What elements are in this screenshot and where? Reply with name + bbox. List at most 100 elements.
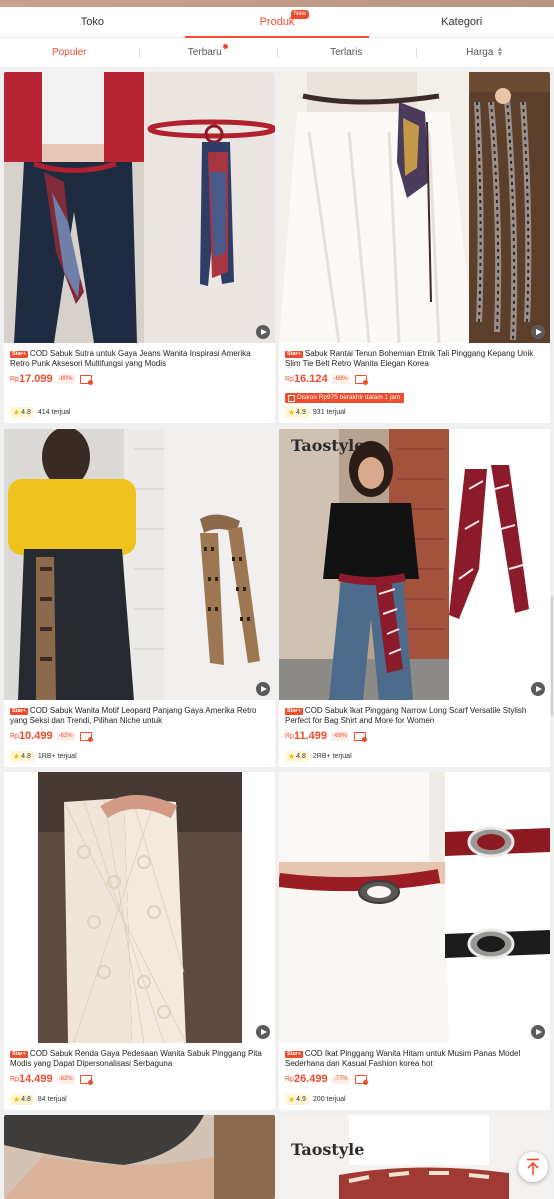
product-card[interactable]: Star+ COD Sabuk Sutra untuk Gaya Jeans Wa… (4, 72, 275, 423)
sold-count: 414 terjual (37, 409, 71, 416)
cod-icon (354, 1074, 368, 1085)
play-icon[interactable] (256, 1025, 270, 1039)
price-row: Rp 11.499 -68% (285, 729, 544, 743)
price-row: Rp 17.099 -80% (10, 372, 269, 386)
product-card[interactable]: Star+ COD Sabuk Renda Gaya Pedesaan Wanit… (4, 772, 275, 1110)
discount-badge: -77% (331, 1074, 350, 1084)
star-icon: ★ (288, 1095, 296, 1104)
product-image (279, 772, 550, 1043)
watermark-text: Taostyle (291, 1140, 364, 1159)
star-icon: ★ (288, 408, 296, 417)
cod-icon (79, 374, 93, 385)
product-card[interactable]: Star+ COD Sabuk Wanita Motif Leopard Panj… (4, 429, 275, 767)
product-card[interactable] (4, 1115, 275, 1199)
star-icon: ★ (13, 752, 21, 761)
rating-value: 4.8 (21, 409, 31, 416)
product-price: 16.124 (293, 373, 328, 385)
product-price: 14.499 (18, 1073, 53, 1085)
product-card[interactable]: Taostyle (279, 1115, 550, 1199)
star-icon: ★ (13, 408, 21, 417)
sold-count: 200 terjual (312, 1096, 346, 1103)
price-row: Rp 10.499 -62% (10, 729, 269, 743)
play-icon[interactable] (256, 682, 270, 696)
tab-kategori[interactable]: Kategori (369, 7, 554, 37)
sold-count: 2RB+ terjual (312, 753, 352, 760)
star-icon: ★ (13, 1095, 21, 1104)
rating-value: 4.8 (296, 753, 306, 760)
status-strip (0, 0, 554, 7)
sold-count: 931 terjual (312, 409, 346, 416)
sort-arrows-icon: ▲ ▼ (496, 46, 504, 59)
cod-icon (79, 1074, 93, 1085)
price-row: Rp 26.499 -77% (285, 1072, 544, 1086)
product-price: 10.499 (18, 730, 53, 742)
product-image (279, 72, 550, 343)
new-dot (222, 44, 228, 49)
scroll-to-top-button[interactable] (518, 1152, 548, 1182)
play-icon[interactable] (531, 325, 545, 339)
product-image (4, 772, 275, 1043)
rating-row: ★ 4.8 414 terjual (10, 407, 71, 418)
product-image (4, 72, 275, 343)
tab-toko[interactable]: Toko (0, 7, 185, 37)
star-plus-badge: Star+ (285, 1051, 303, 1058)
sold-count: 1RB+ terjual (37, 753, 77, 760)
rating-row: ★ 4.8 2RB+ terjual (285, 751, 352, 762)
star-plus-badge: Star+ (285, 351, 303, 358)
tab-produk[interactable]: Produk New (184, 7, 370, 38)
promo-badge: Diskon Rp975 berakhir dalam 1 jam (285, 393, 405, 403)
cod-icon (354, 731, 368, 742)
play-icon[interactable] (531, 682, 545, 696)
product-image (4, 1115, 275, 1199)
product-image: Taostyle (279, 429, 550, 700)
cod-icon (79, 731, 93, 742)
sort-terlaris[interactable]: Terlaris (277, 38, 416, 67)
product-image (4, 429, 275, 700)
product-card[interactable]: Star+ COD Ikat Pinggang Wanita Hitam untu… (279, 772, 550, 1110)
shop-tabs: Toko Produk New Kategori (0, 7, 554, 38)
product-title: Star+ COD Sabuk Renda Gaya Pedesaan Wanit… (10, 1049, 262, 1068)
sold-count: 84 terjual (37, 1096, 67, 1103)
play-icon[interactable] (256, 325, 270, 339)
product-title: Star+ COD Sabuk Sutra untuk Gaya Jeans Wa… (10, 349, 251, 368)
rating-row: ★ 4.9 931 terjual (285, 407, 346, 418)
sort-harga[interactable]: Harga ▲ ▼ (415, 38, 554, 67)
discount-badge: -80% (56, 374, 75, 384)
star-plus-badge: Star+ (10, 351, 28, 358)
rating-row: ★ 4.9 200 terjual (285, 1094, 346, 1105)
product-title: Star+ COD Sabuk Wanita Motif Leopard Panj… (10, 706, 257, 725)
rating-value: 4.8 (21, 753, 31, 760)
play-icon[interactable] (531, 1025, 545, 1039)
product-price: 26.499 (293, 1073, 328, 1085)
discount-badge: -62% (56, 731, 75, 741)
scrollbar[interactable] (551, 596, 553, 716)
product-price: 11.499 (293, 730, 327, 742)
star-plus-badge: Star+ (10, 708, 28, 715)
sort-bar: Populer Terbaru Terlaris Harga ▲ ▼ (0, 38, 554, 68)
arrow-up-icon (527, 1158, 539, 1175)
product-price: 17.099 (18, 373, 53, 385)
rating-row: ★ 4.8 84 terjual (10, 1094, 67, 1105)
product-title: Star+ Sabuk Rantai Tenun Bohemian Etnik T… (285, 349, 534, 368)
rating-value: 4.9 (296, 409, 306, 416)
sort-terbaru[interactable]: Terbaru (138, 38, 278, 67)
sort-populer[interactable]: Populer (0, 38, 139, 67)
product-title: Star+ COD Sabuk Ikat Pinggang Narrow Long… (285, 706, 527, 725)
star-plus-badge: Star+ (10, 1051, 28, 1058)
star-plus-badge: Star+ (285, 708, 303, 715)
discount-badge: -68% (331, 374, 350, 384)
rating-value: 4.8 (21, 1096, 31, 1103)
price-row: Rp 16.124 -68% (285, 372, 544, 386)
cod-icon (354, 374, 368, 385)
rating-row: ★ 4.8 1RB+ terjual (10, 751, 77, 762)
product-card[interactable]: Star+ Sabuk Rantai Tenun Bohemian Etnik T… (279, 72, 550, 423)
price-row: Rp 14.499 -82% (10, 1072, 269, 1086)
star-icon: ★ (288, 752, 296, 761)
product-card[interactable]: Taostyle Star+ COD Sabuk Ikat Pinggang Na… (279, 429, 550, 767)
discount-badge: -82% (56, 1074, 75, 1084)
new-badge: New (291, 10, 310, 19)
watermark-text: Taostyle (291, 436, 364, 455)
product-title: Star+ COD Ikat Pinggang Wanita Hitam untu… (285, 1049, 521, 1068)
discount-badge: -68% (331, 731, 350, 741)
rating-value: 4.9 (296, 1096, 306, 1103)
